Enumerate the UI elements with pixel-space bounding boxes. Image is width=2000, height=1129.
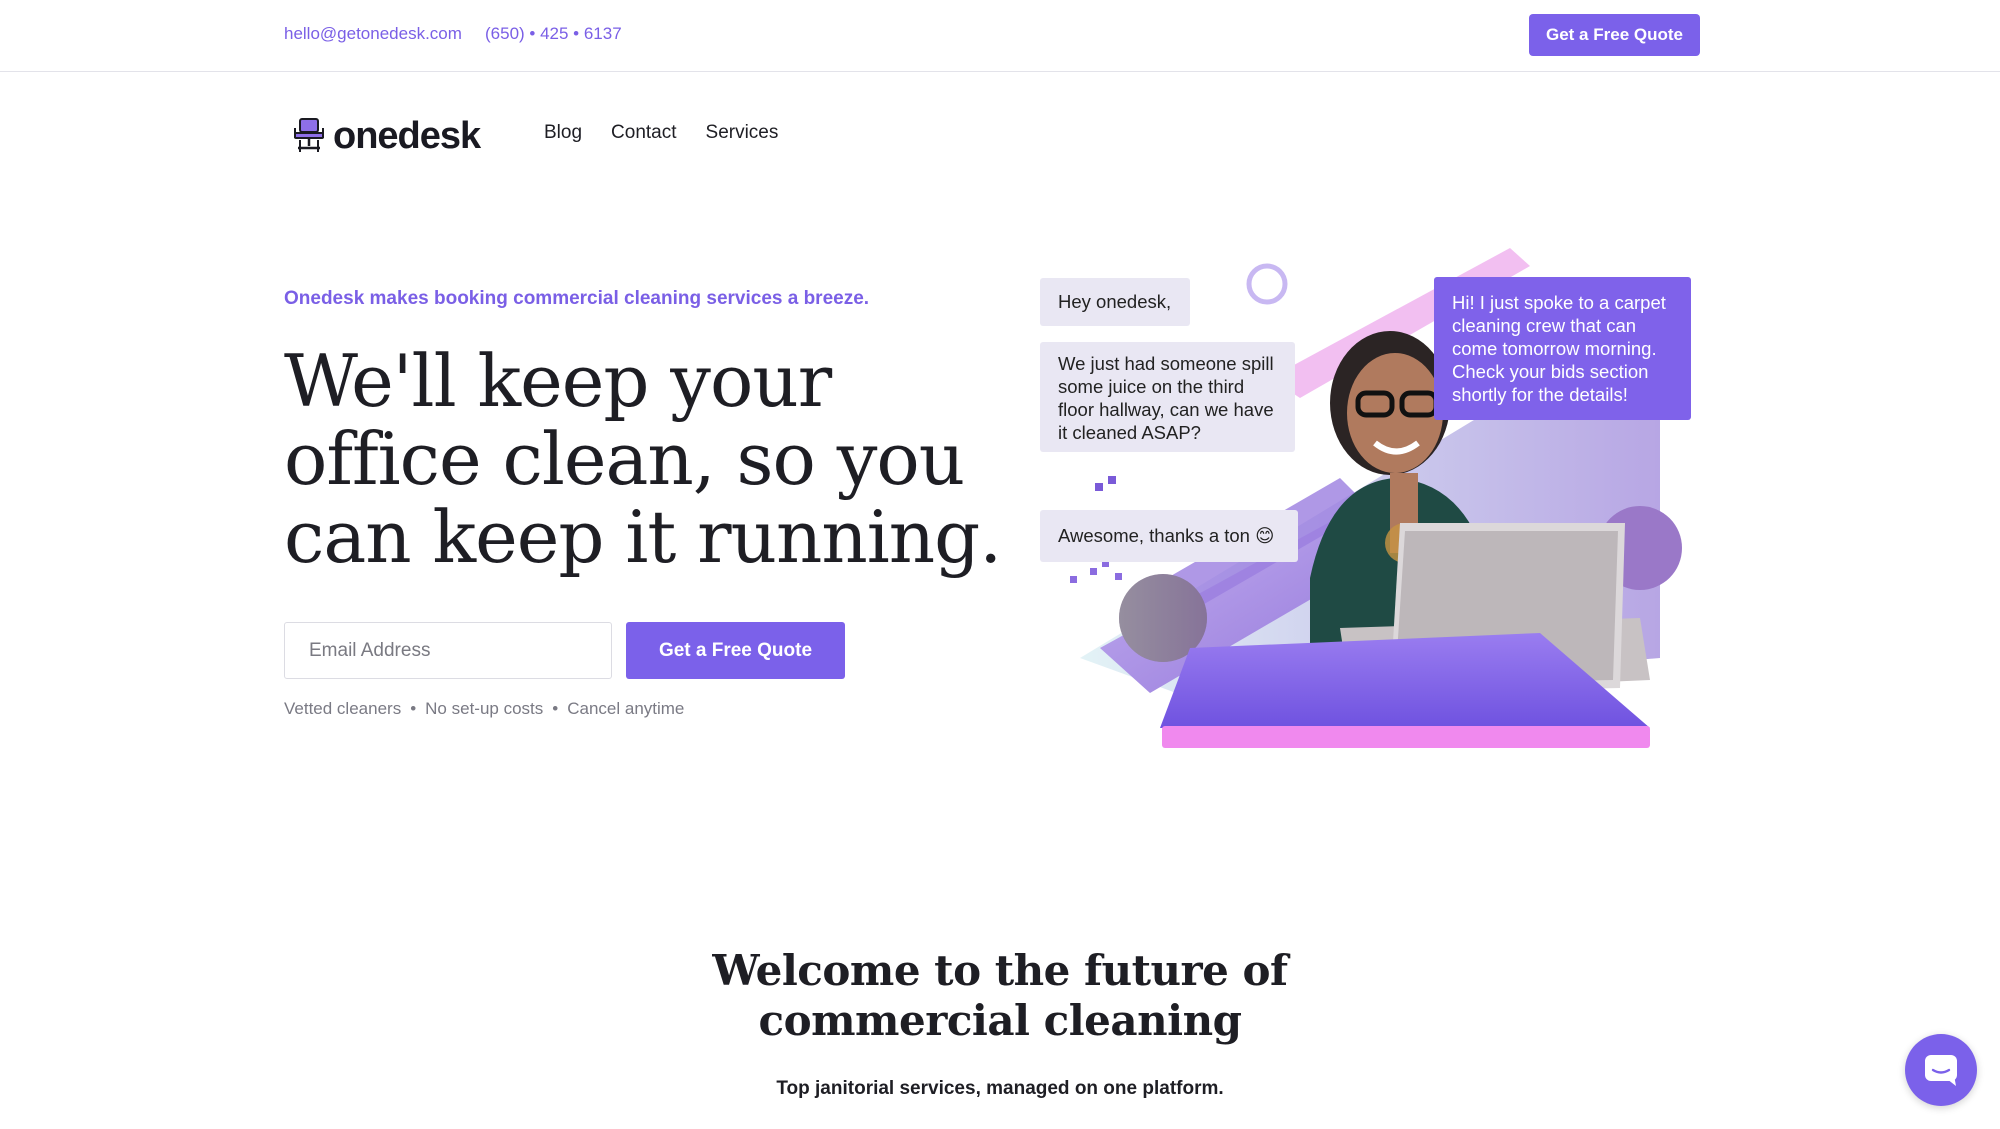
welcome-subtitle: Top janitorial services, managed on one … <box>776 1078 1224 1099</box>
contact-phone-link[interactable]: (650) • 425 • 6137 <box>485 24 622 44</box>
feature-item: Vetted cleaners <box>284 699 402 718</box>
chat-icon <box>1925 1055 1957 1086</box>
chat-launcher-button[interactable] <box>1905 1034 1977 1106</box>
hero-quote-button[interactable]: Get a Free Quote <box>626 622 845 679</box>
chat-message-user: Awesome, thanks a ton 😊 <box>1040 510 1298 562</box>
hero-tagline: Onedesk makes booking commercial cleanin… <box>284 288 870 309</box>
main-nav: Blog Contact Services <box>544 122 807 144</box>
feature-list: Vetted cleaners • No set-up costs • Canc… <box>284 699 684 719</box>
logo-wordmark: onedesk <box>333 114 481 157</box>
chat-message-user: Hey onedesk, <box>1040 278 1190 326</box>
nav-item-services[interactable]: Services <box>706 122 779 144</box>
logo[interactable]: onedesk <box>291 114 481 158</box>
feature-item: No set-up costs <box>425 699 544 718</box>
feature-separator: • <box>410 699 417 718</box>
chat-message-user: We just had someone spill some juice on … <box>1040 342 1295 452</box>
top-bar: hello@getonedesk.com (650) • 425 • 6137 … <box>0 0 2000 72</box>
feature-separator: • <box>552 699 559 718</box>
feature-item: Cancel anytime <box>567 699 685 718</box>
header-quote-button[interactable]: Get a Free Quote <box>1529 14 1700 56</box>
chat-message-bot: Hi! I just spoke to a carpet cleaning cr… <box>1434 277 1691 420</box>
welcome-title: Welcome to the future of commercial clea… <box>712 946 1288 1045</box>
contact-email-link[interactable]: hello@getonedesk.com <box>284 24 462 44</box>
office-chair-icon <box>294 118 324 152</box>
hero-illustration: Hey onedesk, We just had someone spill s… <box>1040 248 1700 753</box>
nav-item-contact[interactable]: Contact <box>611 122 676 144</box>
email-field[interactable] <box>284 622 612 679</box>
hero-headline: We'll keep your office clean, so you can… <box>284 339 1002 579</box>
nav-item-blog[interactable]: Blog <box>544 122 582 144</box>
